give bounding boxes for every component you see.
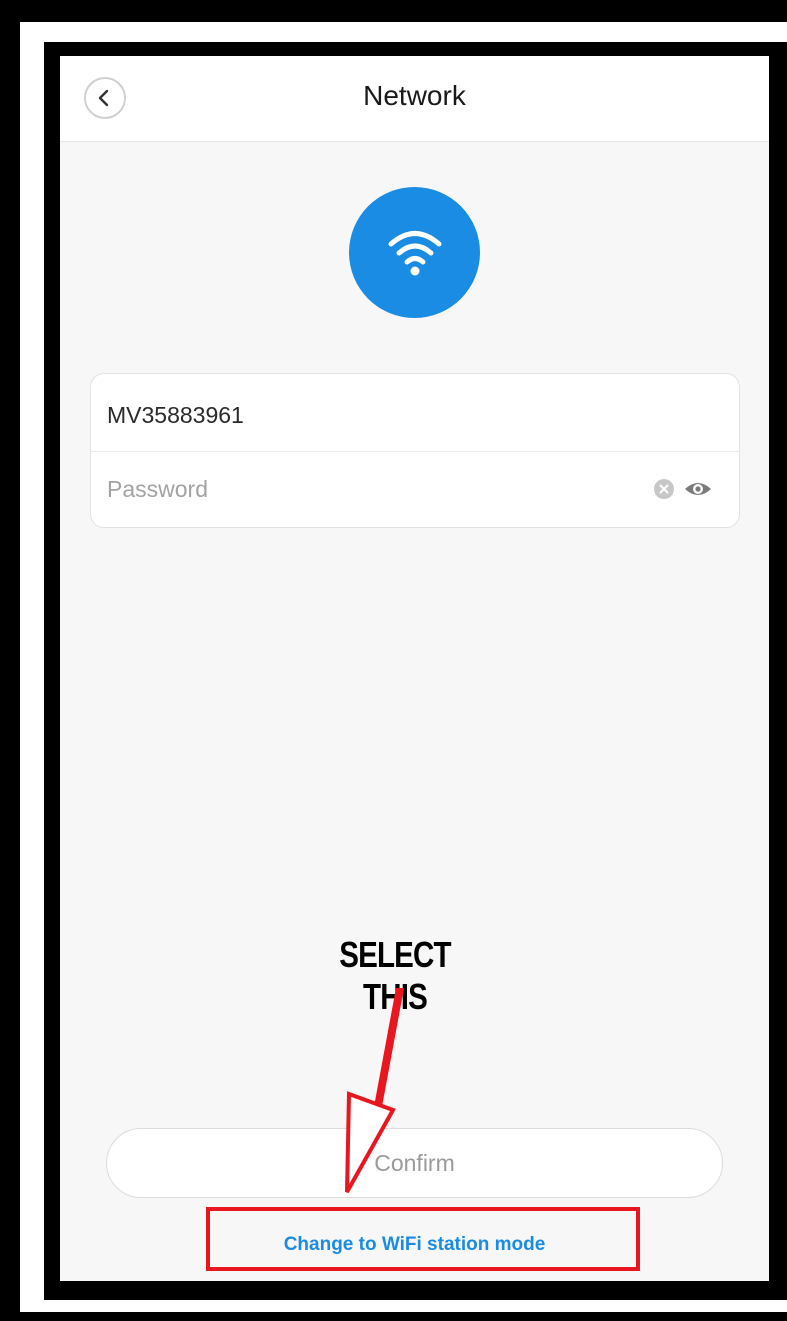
wifi-icon bbox=[388, 230, 441, 275]
confirm-button[interactable]: Confirm bbox=[106, 1128, 723, 1198]
ssid-field[interactable]: MV35883961 bbox=[107, 402, 244, 429]
station-mode-highlight-box bbox=[206, 1207, 640, 1271]
app-header: Network bbox=[60, 56, 769, 142]
network-screen: Network MV35883961 Confirm Change to WiF… bbox=[60, 56, 769, 1281]
password-field[interactable] bbox=[91, 452, 631, 527]
select-this-annotation: SELECT THIS bbox=[339, 934, 451, 1017]
eye-icon[interactable] bbox=[683, 479, 713, 499]
page-title: Network bbox=[363, 80, 466, 111]
network-credentials-card: MV35883961 bbox=[90, 373, 740, 528]
wifi-badge bbox=[349, 187, 480, 318]
clear-icon[interactable] bbox=[654, 479, 674, 499]
